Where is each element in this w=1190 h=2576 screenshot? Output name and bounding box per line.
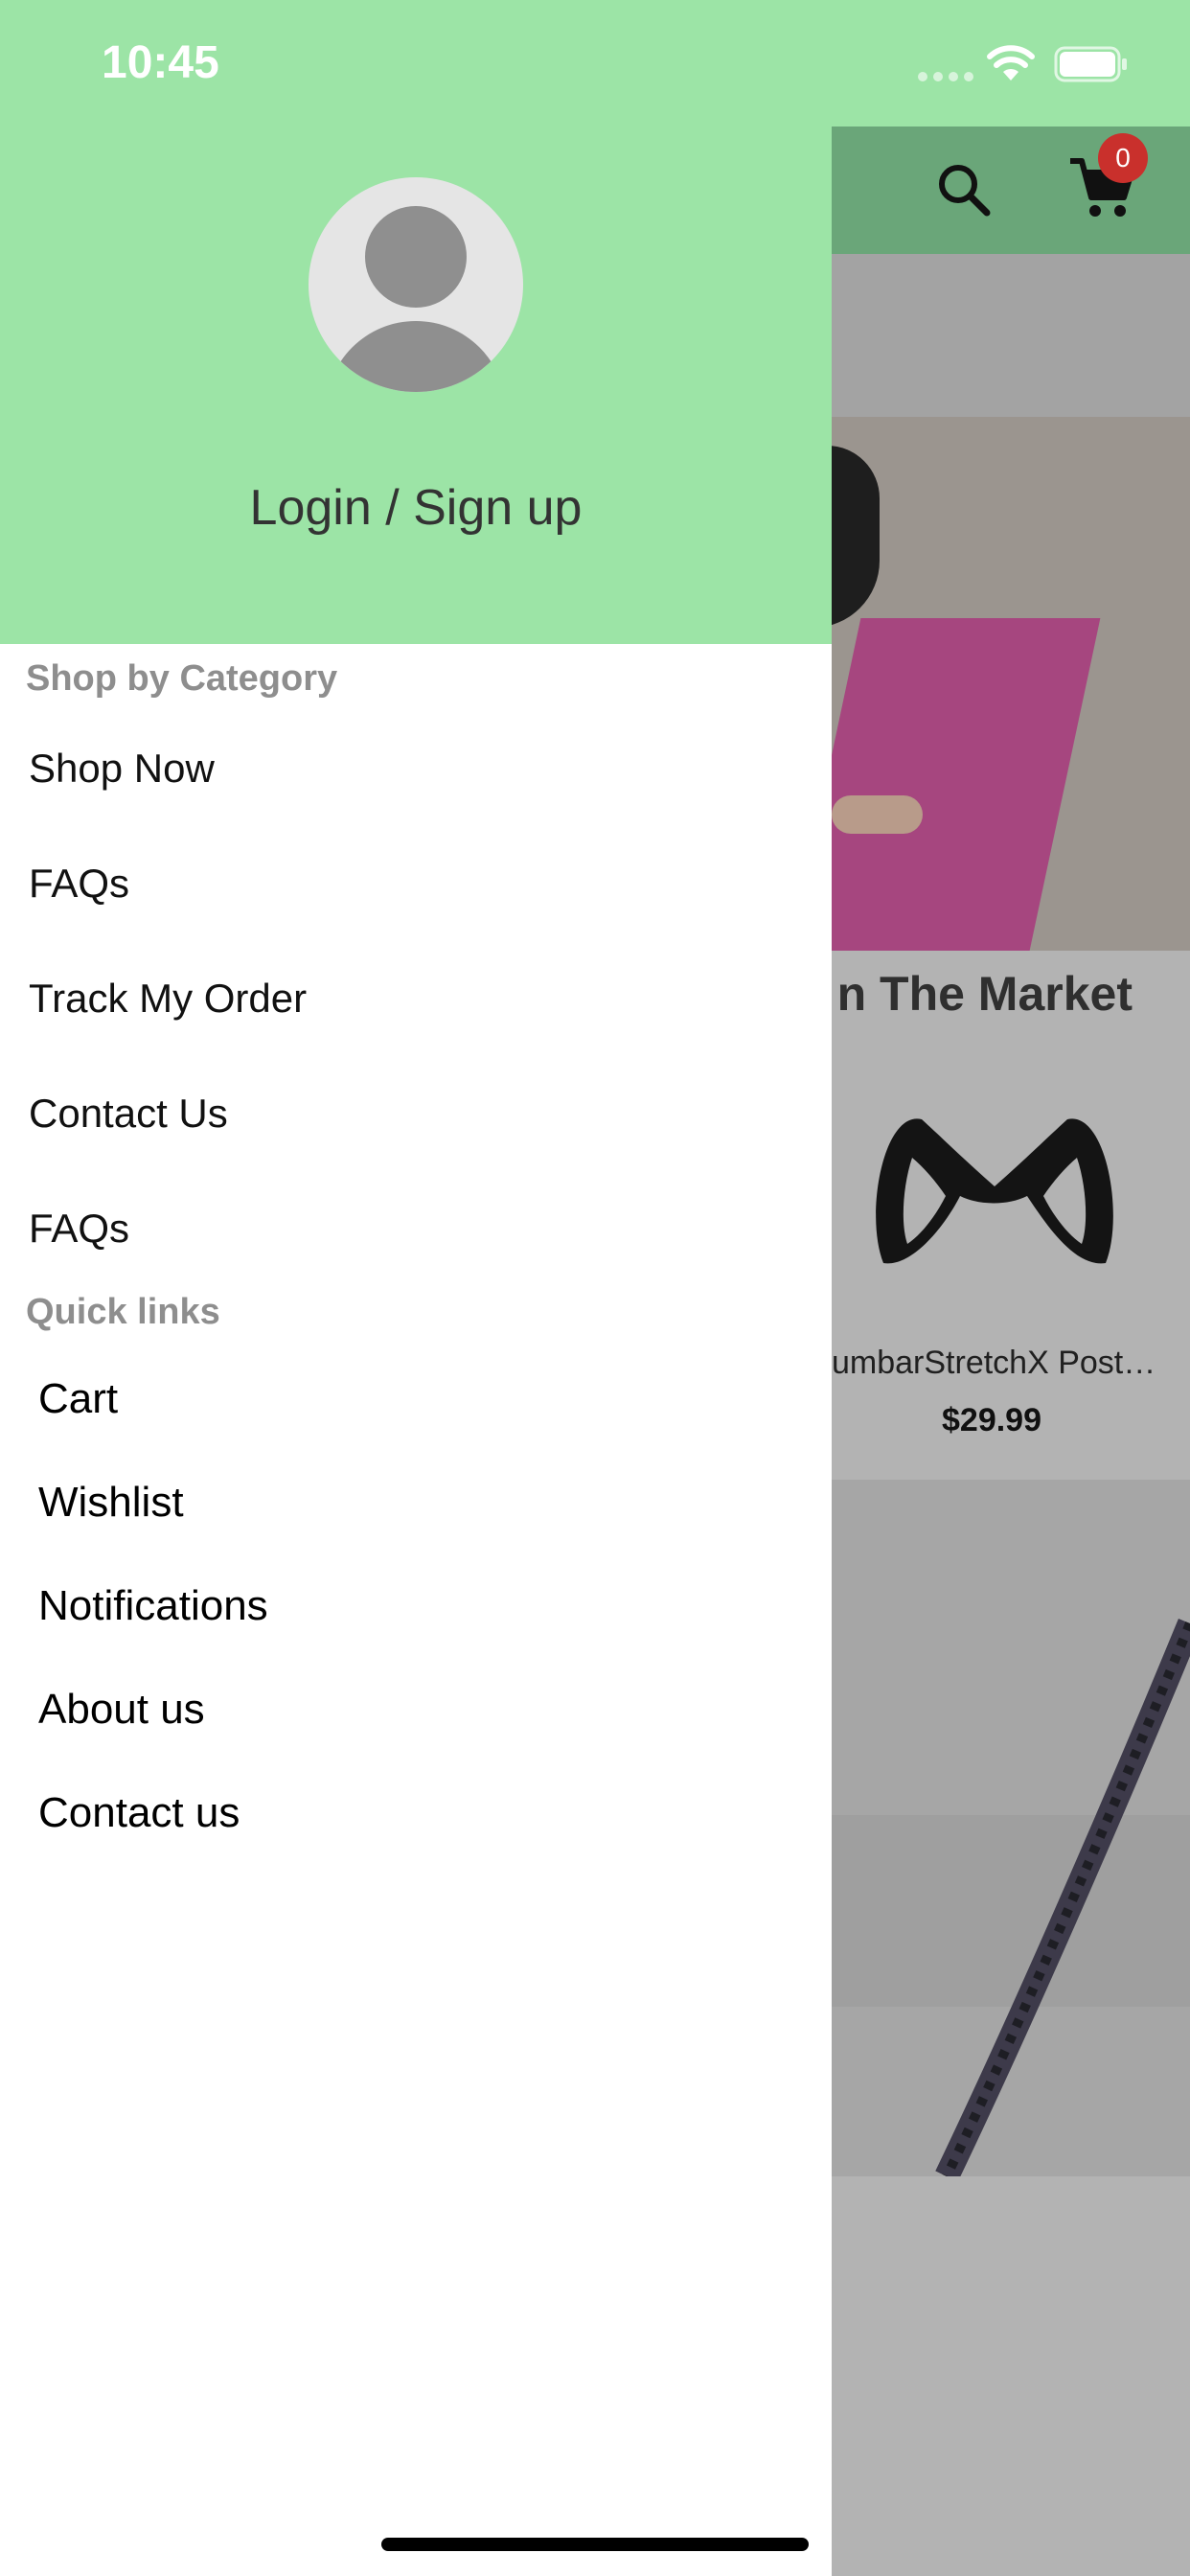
product-image[interactable]	[855, 1100, 1134, 1284]
navigation-drawer: Login / Sign up Shop by Category Shop No…	[0, 0, 832, 2576]
quick-link-contact-us[interactable]: Contact us	[38, 1784, 240, 1842]
avatar-placeholder-icon[interactable]	[309, 177, 523, 392]
status-time: 10:45	[102, 37, 219, 88]
menu-item-track-order[interactable]: Track My Order	[29, 970, 307, 1027]
status-bar: 10:45	[0, 0, 1190, 126]
menu-item-contact-us[interactable]: Contact Us	[29, 1085, 228, 1142]
section-title: n The Market	[836, 967, 1133, 1021]
signal-icon	[918, 69, 979, 86]
quick-links-label: Quick links	[26, 1292, 220, 1332]
hero-banner-image[interactable]	[832, 254, 1190, 951]
home-indicator[interactable]	[381, 2538, 809, 2551]
menu-item-shop-now[interactable]: Shop Now	[29, 740, 215, 797]
quick-link-wishlist[interactable]: Wishlist	[38, 1474, 184, 1531]
wifi-icon	[987, 45, 1035, 80]
shop-by-category-label: Shop by Category	[26, 658, 338, 699]
login-signup-link[interactable]: Login / Sign up	[0, 474, 832, 541]
battery-icon	[1054, 46, 1127, 82]
quick-link-notifications[interactable]: Notifications	[38, 1577, 268, 1635]
promo-banner-image[interactable]	[832, 1480, 1190, 2176]
cart-badge: 0	[1098, 133, 1148, 183]
product-price: $29.99	[942, 1402, 1041, 1438]
menu-item-faqs-2[interactable]: FAQs	[29, 1200, 129, 1257]
product-name[interactable]: umbarStretchX Post…	[832, 1342, 1177, 1384]
search-icon[interactable]	[935, 161, 993, 218]
quick-link-cart[interactable]: Cart	[38, 1370, 118, 1428]
quick-link-about-us[interactable]: About us	[38, 1681, 205, 1738]
menu-item-faqs[interactable]: FAQs	[29, 855, 129, 912]
